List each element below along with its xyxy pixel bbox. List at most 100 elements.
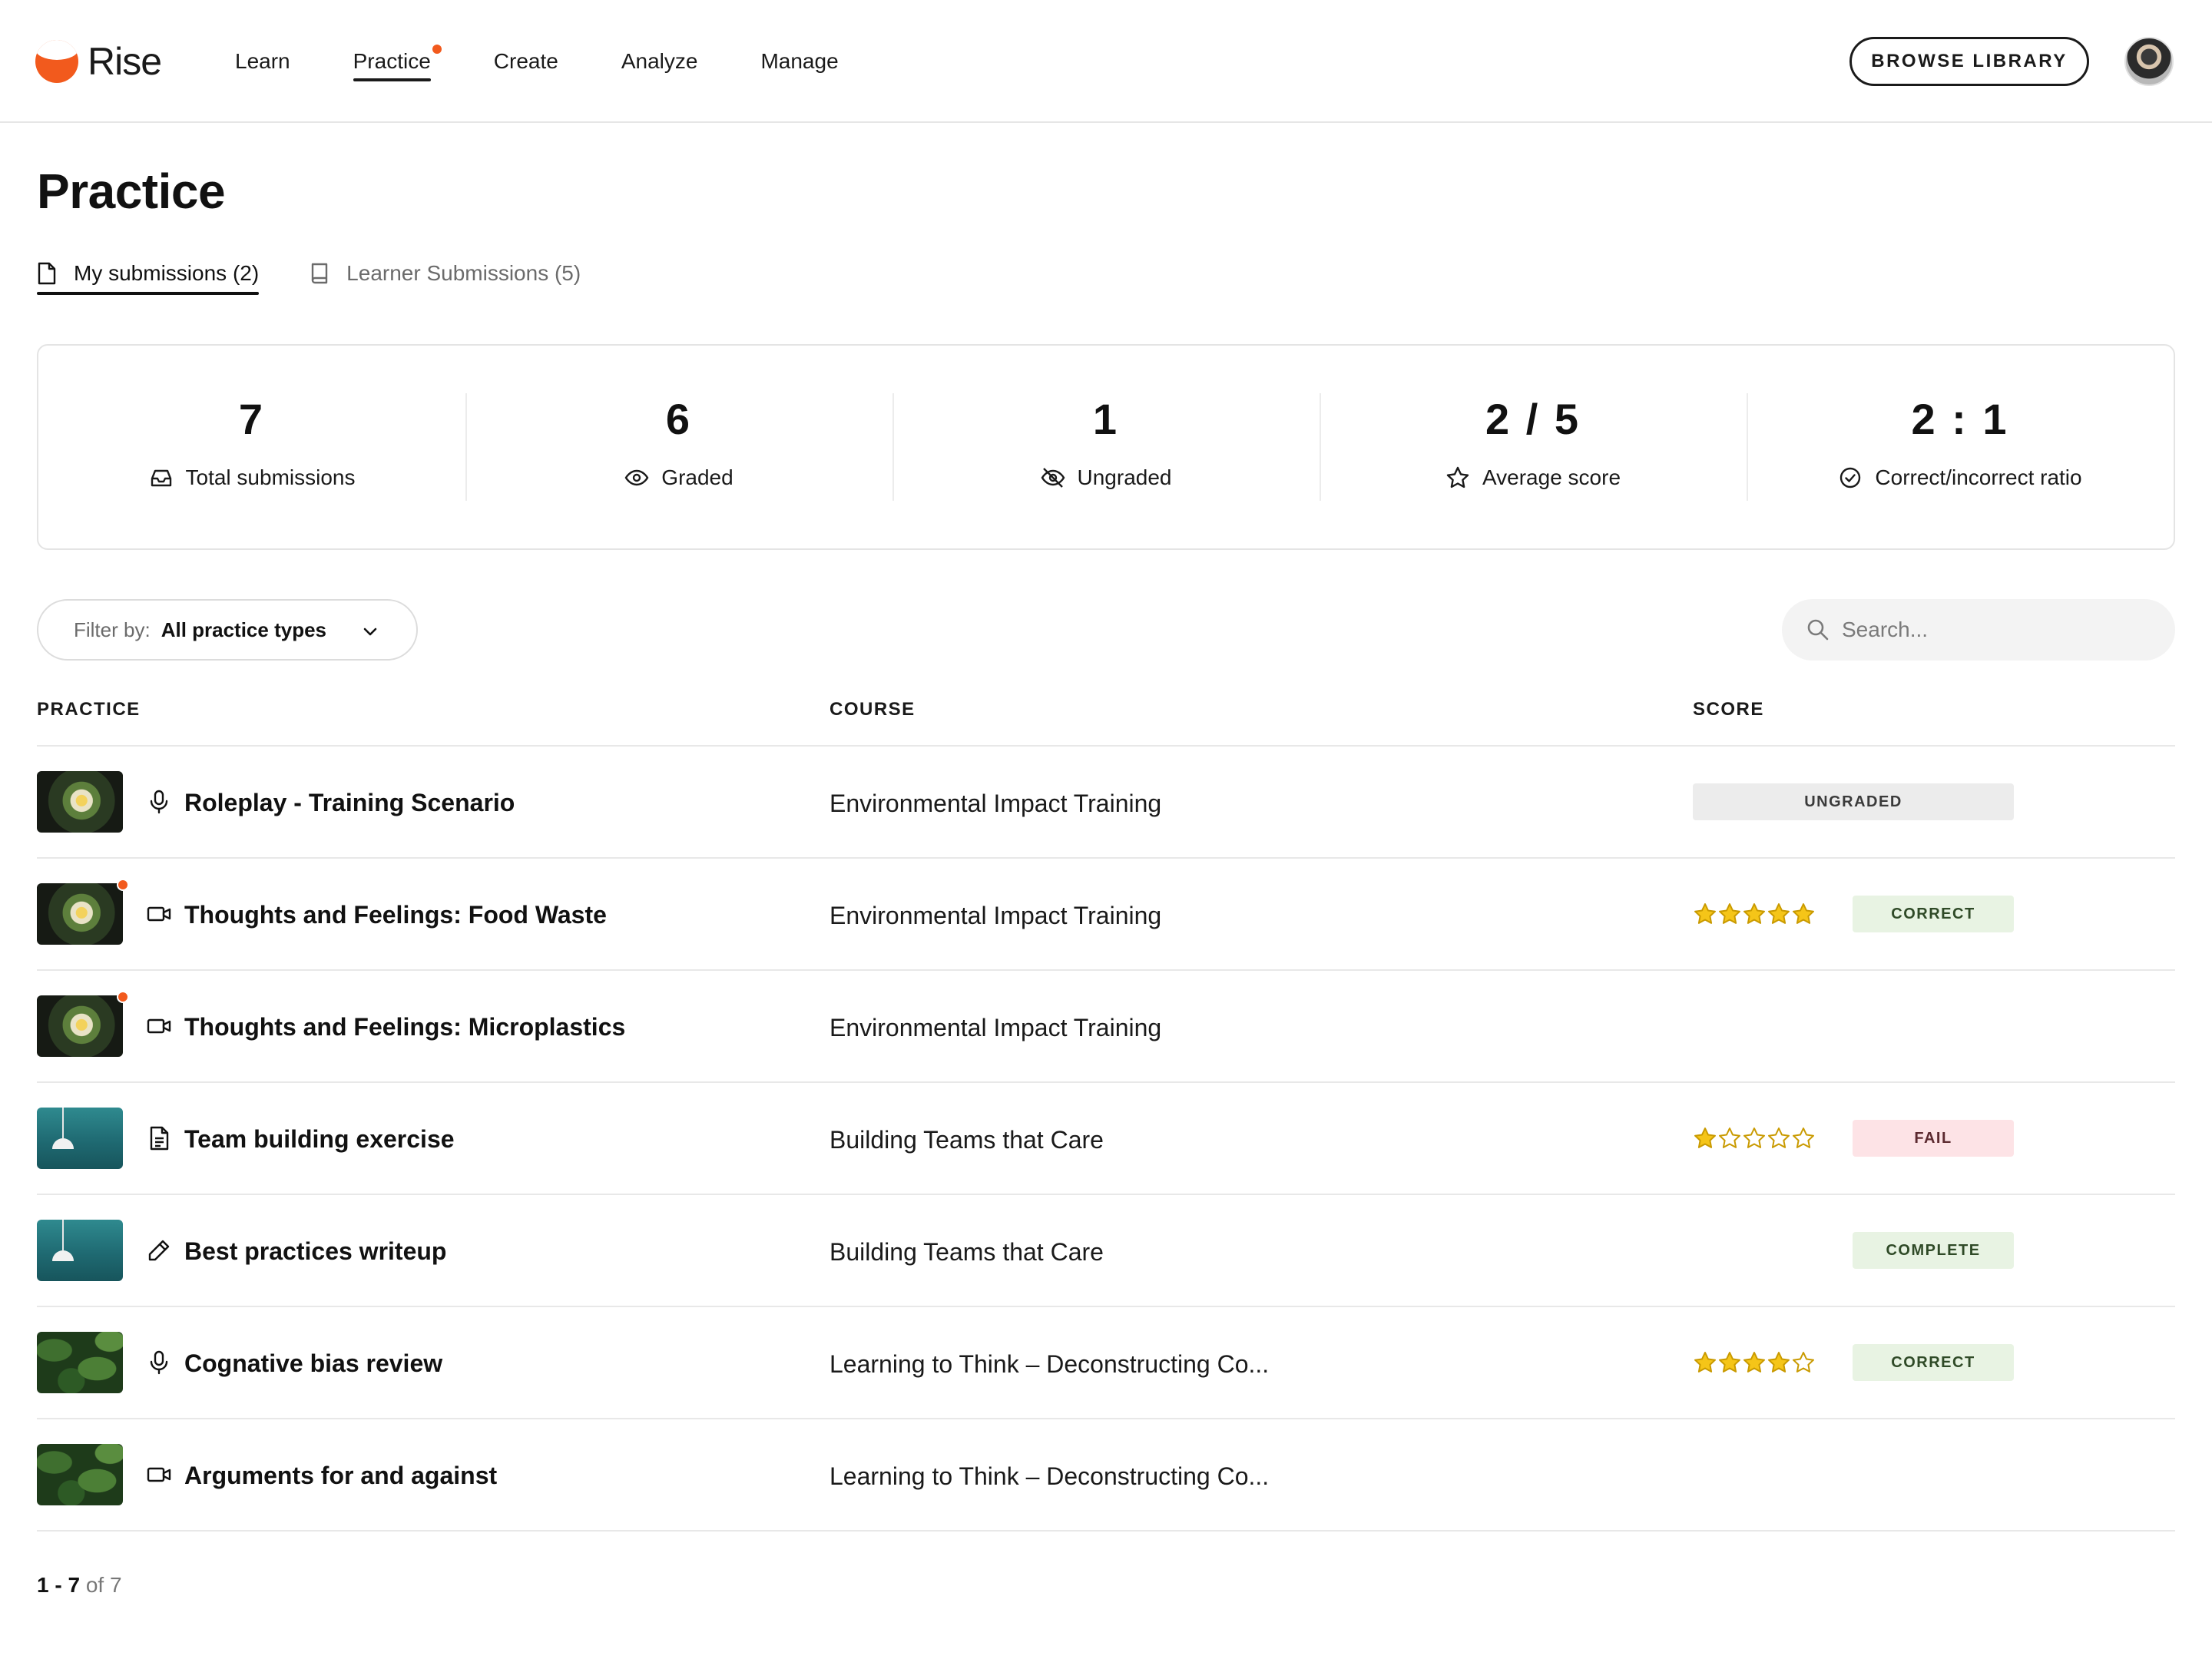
course-name: Building Teams that Care [830,1238,1104,1266]
star-empty-icon [1743,1128,1765,1148]
star-filled-icon [1719,1352,1740,1373]
eye-icon [624,469,649,486]
table-row[interactable]: Team building exercise Building Teams th… [37,1083,2175,1195]
star-filled-icon [1768,1352,1790,1373]
pagination-total: of 7 [85,1573,122,1597]
column-header-score[interactable]: SCORE [1693,699,1764,720]
tab-my-submissions[interactable]: My submissions (2) [37,253,260,295]
stat-label: Graded [661,465,733,489]
stat-value: 7 [238,395,266,443]
practice-thumbnail [37,1444,123,1505]
microphone-icon [150,1350,168,1375]
status-badge: CORRECT [1853,896,2014,932]
nav-create[interactable]: Create [494,0,558,123]
chevron-down-icon [363,628,377,636]
submission-tabs: My submissions (2) Learner Submissions (… [37,253,631,295]
stat-value: 1 [1092,395,1120,443]
nav-practice[interactable]: Practice [353,0,442,123]
star-empty-icon [1768,1128,1790,1148]
status-badge: COMPLETE [1853,1232,2014,1269]
practice-thumbnail [37,771,123,833]
star-filled-icon [1694,903,1716,924]
filter-value: All practice types [161,618,326,641]
video-icon [147,1018,171,1034]
rise-logo[interactable]: Rise [35,38,162,84]
table-row[interactable]: Thoughts and Feelings: Microplastics Env… [37,971,2175,1083]
table-row[interactable]: Arguments for and against Learning to Th… [37,1419,2175,1532]
file-icon [38,262,56,285]
stats-panel: 7 Total submissions 6 Graded 1 Ungraded … [37,344,2175,550]
practice-name: Thoughts and Feelings: Food Waste [184,901,607,929]
stat-label: Correct/incorrect ratio [1875,465,2082,489]
star-rating [1693,902,1816,926]
stat-value: 2 : 1 [1911,395,2009,443]
stat-ungraded: 1 Ungraded [892,346,1320,548]
practice-thumbnail [37,883,123,945]
table-row[interactable]: Cognative bias review Learning to Think … [37,1307,2175,1419]
page-title: Practice [37,164,226,219]
table-row[interactable]: Thoughts and Feelings: Food Waste Enviro… [37,859,2175,971]
star-filled-icon [1743,1352,1765,1373]
practice-name: Thoughts and Feelings: Microplastics [184,1013,626,1041]
practice-thumbnail [37,1332,123,1393]
status-badge: CORRECT [1853,1344,2014,1381]
nav-manage[interactable]: Manage [760,0,838,123]
check-circle-icon [1840,467,1861,488]
column-header-course[interactable]: COURSE [830,699,916,720]
video-icon [147,1467,171,1482]
practice-name: Team building exercise [184,1125,455,1153]
stat-label: Ungraded [1077,465,1172,489]
star-empty-icon [1719,1128,1740,1148]
course-name: Learning to Think – Deconstructing Co... [830,1350,1270,1378]
star-filled-icon [1719,903,1740,924]
main-nav: Learn Practice Create Analyze Manage [235,0,902,123]
nav-analyze[interactable]: Analyze [621,0,698,123]
star-rating [1693,1126,1816,1151]
tab-my-submissions-label: My submissions (2) [74,261,260,285]
table-row[interactable]: Best practices writeup Building Teams th… [37,1195,2175,1307]
stat-label: Total submissions [185,465,356,489]
practice-name: Cognative bias review [184,1349,443,1377]
browse-library-button[interactable]: BROWSE LIBRARY [1849,37,2089,86]
book-icon [311,263,328,284]
star-empty-icon [1793,1352,1814,1373]
star-icon [1446,466,1469,488]
stat-value: 6 [665,395,693,443]
filter-label: Filter by: [74,618,151,641]
practice-name: Best practices writeup [184,1237,447,1265]
stat-correct-ratio: 2 : 1 Correct/incorrect ratio [1747,346,2174,548]
star-empty-icon [1793,1128,1814,1148]
document-icon [150,1126,169,1151]
pencil-icon [148,1240,170,1261]
nav-practice-label: Practice [353,49,431,73]
practice-thumbnail [37,1220,123,1281]
video-icon [147,906,171,922]
notification-dot [432,45,442,54]
search-icon [1807,619,1829,641]
practice-name: Roleplay - Training Scenario [184,789,515,816]
eye-off-icon [1041,468,1065,488]
tab-learner-submissions-label: Learner Submissions (5) [346,261,581,285]
unread-dot [117,991,129,1003]
nav-learn[interactable]: Learn [235,0,290,123]
course-name: Environmental Impact Training [830,1014,1162,1041]
unread-dot [117,879,129,891]
status-badge: FAIL [1853,1120,2014,1157]
stat-label: Average score [1482,465,1621,489]
star-filled-icon [1768,903,1790,924]
star-filled-icon [1793,903,1814,924]
top-navigation-bar: Rise Learn Practice Create Analyze Manag… [0,0,2212,123]
course-name: Environmental Impact Training [830,790,1162,817]
status-badge: UNGRADED [1693,783,2014,820]
table-row[interactable]: Roleplay - Training Scenario Environment… [37,747,2175,859]
search-input[interactable] [1842,618,2149,642]
column-header-practice[interactable]: PRACTICE [37,699,141,720]
star-filled-icon [1694,1352,1716,1373]
stat-graded: 6 Graded [465,346,892,548]
star-filled-icon [1694,1128,1716,1148]
practice-type-filter[interactable]: Filter by: All practice types [37,599,418,661]
tab-learner-submissions[interactable]: Learner Submissions (5) [310,253,581,293]
star-filled-icon [1743,903,1765,924]
rise-logo-icon [35,40,78,83]
user-avatar[interactable] [2124,37,2174,86]
